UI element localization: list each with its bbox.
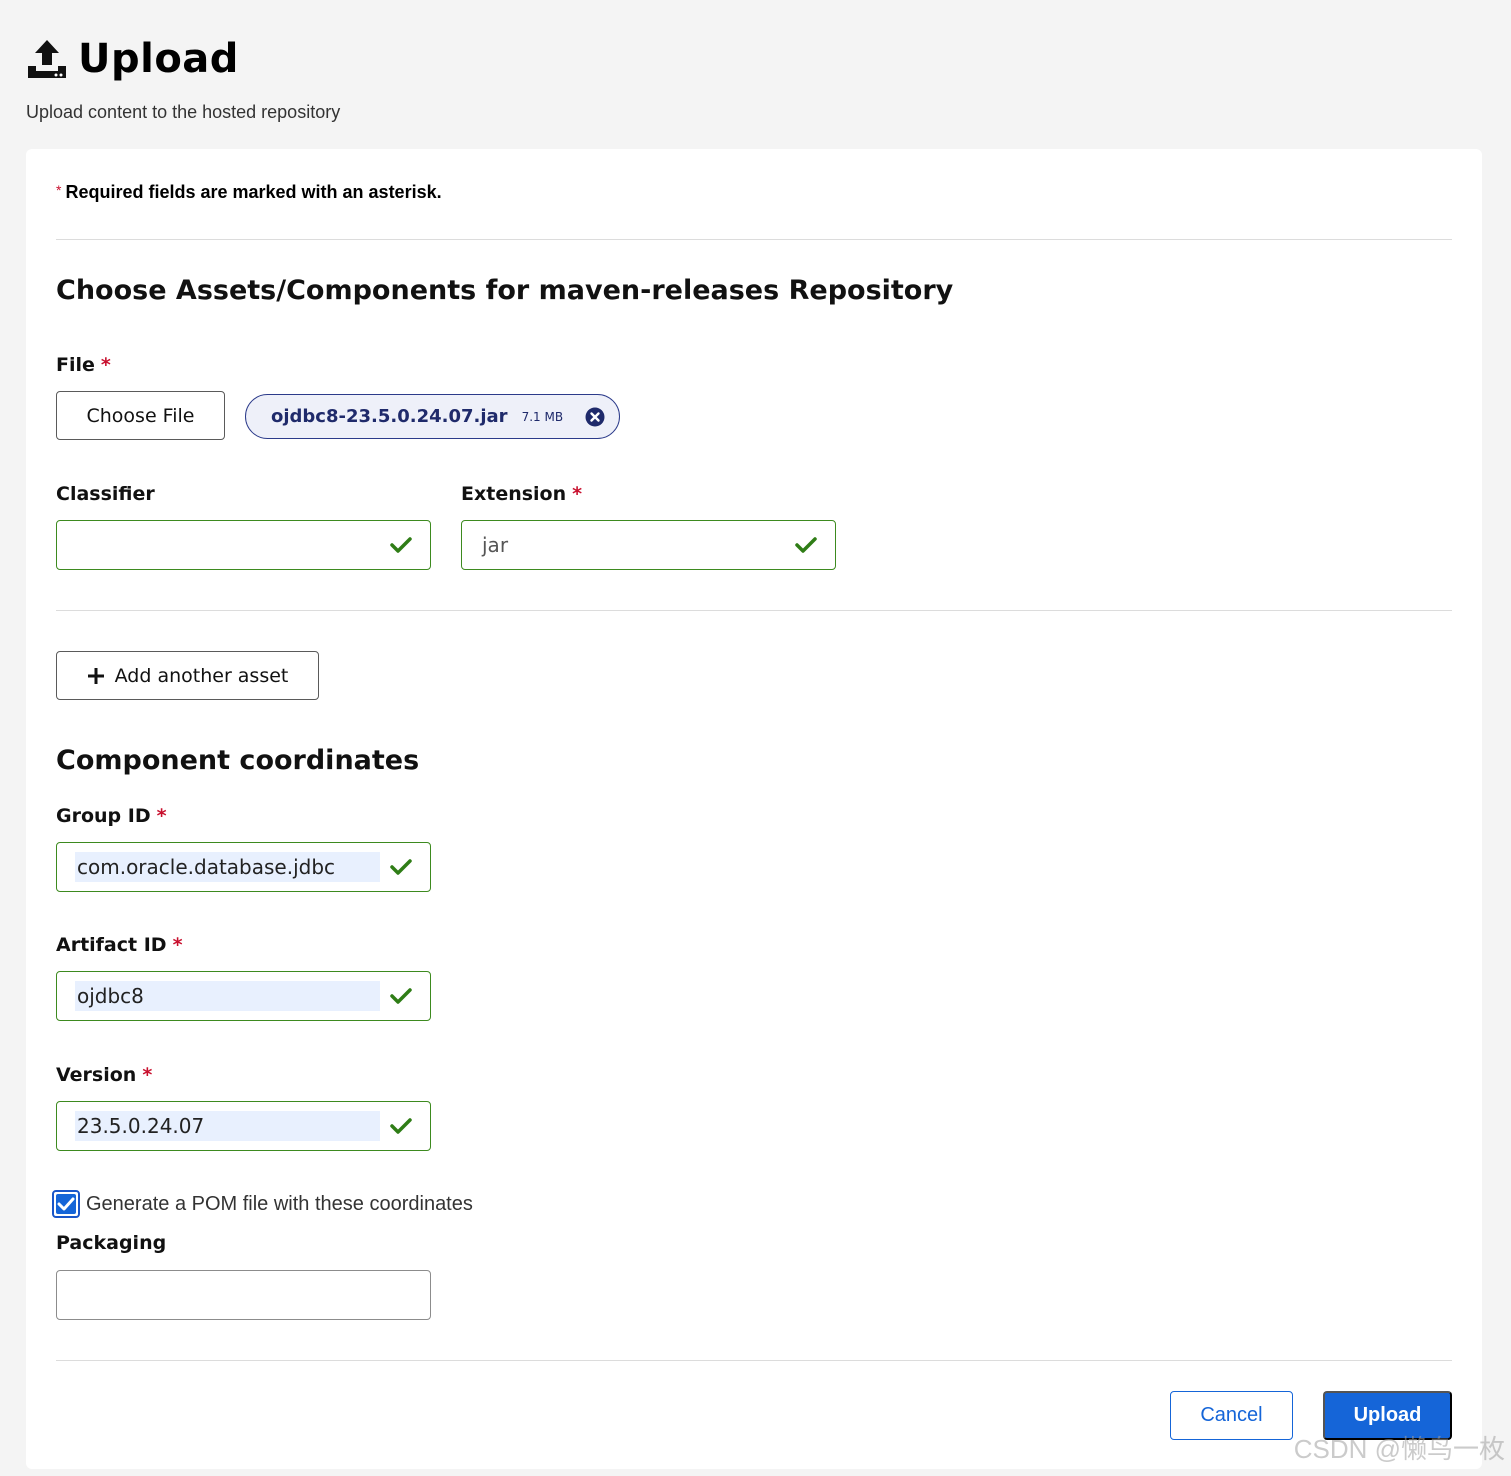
extension-value: jar <box>482 533 509 557</box>
required-star: * <box>156 805 167 827</box>
add-another-asset-label: Add another asset <box>114 664 289 687</box>
file-label: File * <box>56 354 111 376</box>
artifact-id-input[interactable]: ojdbc8 <box>56 971 431 1021</box>
version-input[interactable]: 23.5.0.24.07 <box>56 1101 431 1151</box>
page-header: Upload <box>26 36 239 82</box>
version-label: Version * <box>56 1064 152 1086</box>
classifier-value <box>75 530 79 560</box>
cancel-button[interactable]: Cancel <box>1170 1391 1293 1440</box>
artifact-id-label: Artifact ID * <box>56 934 183 956</box>
group-id-value: com.oracle.database.jdbc <box>75 852 380 882</box>
divider <box>56 1360 1452 1361</box>
choose-file-button[interactable]: Choose File <box>56 391 225 440</box>
remove-file-icon[interactable] <box>585 407 605 427</box>
packaging-label: Packaging <box>56 1232 167 1254</box>
valid-check-icon <box>390 987 412 1005</box>
checkmark-icon <box>57 1197 75 1211</box>
selected-file-name: ojdbc8-23.5.0.24.07.jar <box>271 406 508 427</box>
valid-check-icon <box>390 536 412 554</box>
packaging-input[interactable] <box>56 1270 431 1320</box>
required-fields-note: * Required fields are marked with an aste… <box>56 182 442 203</box>
page-title: Upload <box>78 36 239 82</box>
group-id-label: Group ID * <box>56 805 167 827</box>
valid-check-icon <box>390 1117 412 1135</box>
generate-pom-row: Generate a POM file with these coordinat… <box>52 1190 473 1218</box>
divider <box>56 610 1452 611</box>
watermark: CSDN @懒鸟一枚 <box>1293 1434 1505 1464</box>
required-star: * <box>100 354 111 376</box>
file-label-text: File <box>56 354 95 376</box>
extension-label: Extension * <box>461 483 582 505</box>
required-star: * <box>142 1064 153 1086</box>
extension-input[interactable]: jar <box>461 520 836 570</box>
add-another-asset-button[interactable]: Add another asset <box>56 651 319 700</box>
plus-icon <box>87 667 105 685</box>
extension-label-text: Extension <box>461 483 567 505</box>
selected-file-chip: ojdbc8-23.5.0.24.07.jar 7.1 MB <box>245 394 620 439</box>
artifact-id-value: ojdbc8 <box>75 981 380 1011</box>
page-subtitle: Upload content to the hosted repository <box>26 102 341 122</box>
version-label-text: Version <box>56 1064 137 1086</box>
upload-icon <box>26 38 68 80</box>
assets-section-heading: Choose Assets/Components for maven-relea… <box>56 275 954 306</box>
generate-pom-checkbox[interactable] <box>52 1190 80 1218</box>
required-star: * <box>572 483 583 505</box>
selected-file-size: 7.1 MB <box>521 409 564 424</box>
group-id-input[interactable]: com.oracle.database.jdbc <box>56 842 431 892</box>
valid-check-icon <box>795 536 817 554</box>
version-value: 23.5.0.24.07 <box>75 1111 380 1141</box>
classifier-label: Classifier <box>56 483 155 505</box>
coordinates-section-heading: Component coordinates <box>56 745 420 776</box>
artifact-id-label-text: Artifact ID <box>56 934 167 956</box>
required-asterisk: * <box>56 182 62 198</box>
group-id-label-text: Group ID <box>56 805 151 827</box>
classifier-input[interactable] <box>56 520 431 570</box>
generate-pom-label[interactable]: Generate a POM file with these coordinat… <box>86 1193 473 1216</box>
valid-check-icon <box>390 858 412 876</box>
upload-form-card: * Required fields are marked with an aste… <box>26 149 1482 1469</box>
required-note-text: Required fields are marked with an aster… <box>65 182 442 202</box>
divider <box>56 239 1452 240</box>
required-star: * <box>172 934 183 956</box>
